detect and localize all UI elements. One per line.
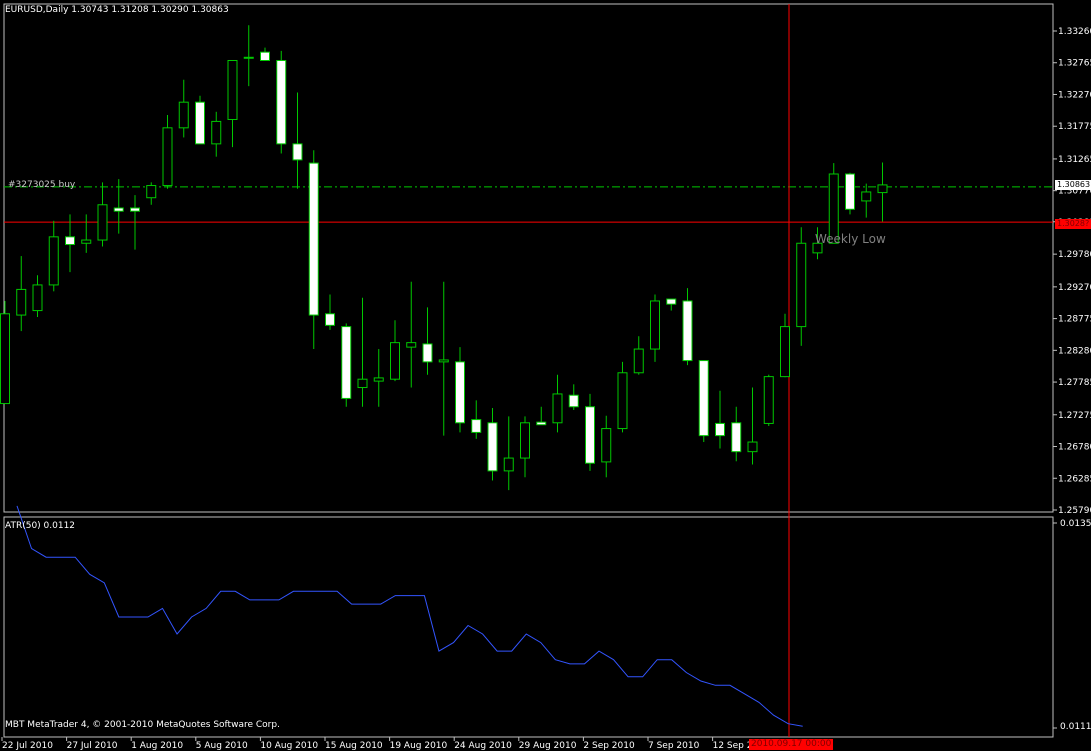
candle-body — [780, 326, 790, 378]
candle-body — [747, 441, 758, 453]
candle-body — [617, 372, 628, 430]
chart-canvas[interactable]: 1.332601.327651.322701.317751.312651.307… — [0, 0, 1091, 751]
price-axis-label: 1.31265 — [1058, 155, 1091, 165]
time-axis-label: 27 Jul 2010 — [67, 741, 118, 751]
candle-body — [650, 300, 660, 350]
candle-body — [113, 207, 124, 212]
candle-body — [308, 162, 319, 316]
time-axis-label: 2 Sep 2010 — [583, 741, 635, 751]
candle-body — [601, 428, 612, 463]
price-axis-label: 1.27785 — [1058, 378, 1091, 388]
candle-body — [292, 143, 303, 161]
time-axis-label: 29 Aug 2010 — [519, 741, 577, 751]
candle-body — [243, 56, 254, 59]
candle-body — [877, 184, 888, 194]
current-price-box: 1.30863 — [1055, 180, 1091, 190]
time-axis-label: 19 Aug 2010 — [390, 741, 448, 751]
candle-body — [796, 242, 807, 328]
candle-body — [390, 342, 400, 380]
candle-body — [65, 236, 75, 246]
copyright-footer: MBT MetaTrader 4, © 2001-2010 MetaQuotes… — [5, 720, 280, 730]
candle-body — [0, 313, 10, 405]
price-axis-label: 1.26780 — [1058, 443, 1091, 453]
candle-body — [130, 207, 140, 212]
candle-body — [357, 378, 368, 389]
chart-title: EURUSD,Daily 1.30743 1.31208 1.30290 1.3… — [5, 5, 229, 15]
candle-body — [666, 298, 677, 305]
candle-body — [406, 342, 417, 348]
price-axis-label: 1.31775 — [1058, 122, 1091, 132]
candle-body — [536, 421, 547, 426]
time-axis-label: 15 Aug 2010 — [325, 741, 383, 751]
candle-body — [552, 393, 563, 424]
candle-body — [325, 313, 335, 326]
candle-body — [845, 173, 855, 210]
candle-body — [195, 101, 205, 145]
candle-body — [227, 59, 238, 120]
time-axis-label: 24 Aug 2010 — [454, 741, 512, 751]
candle-body — [438, 359, 449, 363]
price-axis-label: 1.32765 — [1058, 59, 1091, 69]
weekly-low-label: Weekly Low — [815, 232, 886, 246]
price-axis-label: 1.27275 — [1058, 411, 1091, 421]
price-axis-label: 1.28775 — [1058, 315, 1091, 325]
metatrader-chart-window[interactable]: 1.332601.327651.322701.317751.312651.307… — [0, 0, 1091, 751]
price-axis-label: 1.25790 — [1058, 506, 1091, 516]
candle-body — [682, 300, 693, 362]
candle-body — [487, 422, 498, 472]
candle-body — [32, 284, 43, 312]
atr-indicator-label: ATR(50) 0.0112 — [5, 521, 76, 531]
time-axis-label: 7 Sep 2010 — [648, 741, 700, 751]
candle-body — [633, 348, 644, 374]
candle-body — [146, 185, 157, 199]
indicator-pane-frame — [3, 516, 1054, 738]
price-axis-label: 1.29780 — [1058, 250, 1091, 260]
candle-body — [48, 236, 59, 286]
candle-body — [731, 422, 742, 453]
crosshair-price-box: 1.3028? — [1055, 219, 1091, 229]
candle-body — [211, 120, 222, 145]
candle-body — [520, 422, 530, 459]
candle-body — [861, 191, 872, 202]
candle-body — [698, 360, 709, 437]
atr-series-line — [16, 505, 803, 727]
price-axis-label: 1.32270 — [1058, 90, 1091, 100]
candle-body — [178, 101, 189, 129]
candle-body — [97, 204, 108, 241]
candle-body — [373, 377, 384, 382]
candle-body — [763, 376, 774, 424]
order-label[interactable]: #3273025 buy — [8, 180, 75, 191]
candle-body — [585, 406, 595, 464]
time-axis-label: 10 Aug 2010 — [260, 741, 318, 751]
candle-body — [503, 457, 514, 472]
atr-axis-top-label: 0.0135 — [1060, 519, 1091, 529]
price-axis-label: 1.33260 — [1058, 27, 1091, 37]
candle-body — [16, 288, 27, 316]
candle-body — [422, 343, 433, 363]
crosshair-time-box: 2010.09.17 00:00 — [749, 739, 834, 750]
time-axis-label: 1 Aug 2010 — [131, 741, 183, 751]
candle-body — [276, 59, 287, 145]
candle-body — [715, 422, 725, 437]
price-axis-label: 1.28280 — [1058, 346, 1091, 356]
time-axis-label: 22 Jul 2010 — [2, 741, 53, 751]
candle-body — [568, 394, 579, 408]
candle-body — [260, 51, 270, 61]
candle-body — [341, 326, 352, 399]
atr-axis-bottom-label: 0.0111 — [1060, 722, 1091, 732]
candle-body — [162, 127, 173, 187]
price-axis-label: 1.26285 — [1058, 474, 1091, 484]
candle-body — [81, 239, 92, 244]
candle-body — [471, 419, 482, 433]
time-axis-label: 5 Aug 2010 — [196, 741, 248, 751]
candle-body — [455, 361, 465, 424]
price-axis-label: 1.29270 — [1058, 283, 1091, 293]
